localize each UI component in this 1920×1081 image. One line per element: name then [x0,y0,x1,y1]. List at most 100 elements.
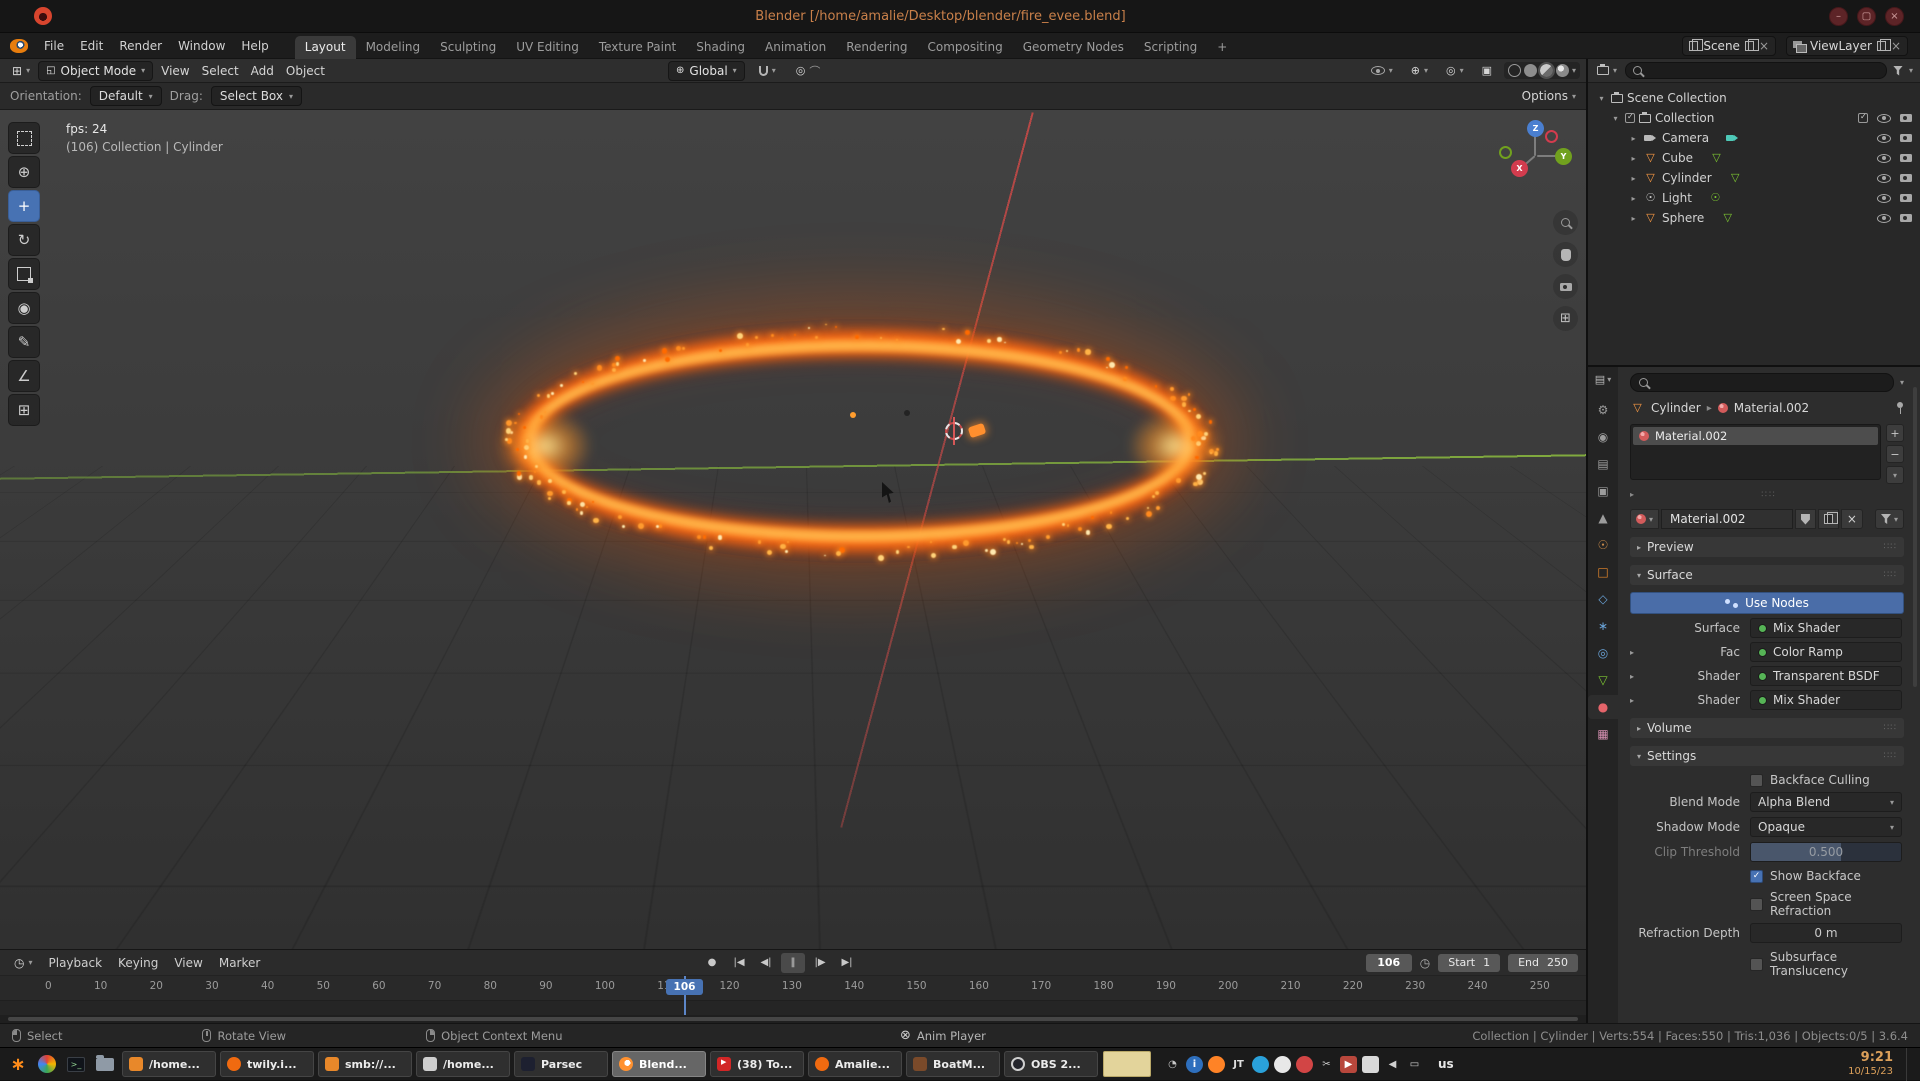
breadcrumb-object[interactable]: Cylinder [1651,401,1701,415]
expand-icon[interactable] [1628,134,1639,143]
disable-render-camera-icon[interactable] [1900,154,1912,162]
menubar-menu[interactable]: Help [233,33,276,59]
refraction-depth-field[interactable]: 0 m [1750,923,1902,943]
minimized-window-button[interactable] [1103,1051,1151,1077]
jump-to-end-button[interactable]: ▶| [835,953,859,973]
render-tab[interactable]: ◉ [1588,425,1618,449]
disable-render-camera-icon[interactable] [1900,194,1912,202]
outliner-search-input[interactable] [1625,62,1887,79]
volume-section-header[interactable]: Volume ∷∷ [1630,718,1904,738]
show-backface-checkbox[interactable] [1750,870,1763,883]
app-launcher-icon[interactable]: ∗ [6,1052,30,1076]
filter-icon[interactable] [1893,66,1903,76]
pause-button[interactable]: ‖ [781,953,805,973]
tray-display-icon[interactable]: ▭ [1406,1056,1423,1073]
settings-section-header[interactable]: Settings ∷∷ [1630,746,1904,766]
unlink-material-icon[interactable]: × [1841,509,1863,529]
hide-viewport-eye-icon[interactable] [1877,154,1891,163]
scale-tool[interactable] [8,258,40,290]
breadcrumb-material[interactable]: Material.002 [1734,401,1809,415]
menubar-menu[interactable]: Window [170,33,233,59]
tray-telegram-icon[interactable] [1252,1056,1269,1073]
socket-expand-icon[interactable] [1630,672,1644,681]
disable-render-camera-icon[interactable] [1900,134,1912,142]
material-slot-row[interactable]: Material.002 [1633,427,1878,445]
task-blender[interactable]: Blend... [612,1051,706,1077]
viewport-3d[interactable]: fps: 24 (106) Collection | Cylinder ⊕+↻◉… [0,110,1586,949]
close-button[interactable]: × [1885,7,1904,26]
task-boatm[interactable]: BoatM... [906,1051,1000,1077]
workspace-tab[interactable]: Rendering [836,36,917,59]
file-manager-icon[interactable] [93,1052,117,1076]
shader-socket-value[interactable]: Color Ramp [1750,642,1902,662]
show-object-types-dropdown[interactable] [1365,61,1399,81]
transform-orientation-dropdown[interactable]: ⊕ Global [668,61,745,81]
keyboard-layout-indicator[interactable]: us [1438,1057,1454,1071]
outliner-item-cylinder[interactable]: Cylinder [1588,168,1920,188]
view-layer-tab[interactable]: ▣ [1588,479,1618,503]
tray-jt-icon[interactable]: JT [1230,1056,1247,1073]
transform-tool[interactable]: ◉ [8,292,40,324]
start-frame-field[interactable]: Start 1 [1438,954,1500,972]
anim-player-status[interactable]: ⊗ Anim Player [900,1028,986,1043]
outliner-item-camera[interactable]: Camera [1588,128,1920,148]
backface-culling-checkbox[interactable] [1750,774,1763,787]
chevron-down-icon[interactable] [1900,378,1904,387]
timeline-editor-type-button[interactable]: ◷ [8,953,39,973]
hide-viewport-eye-icon[interactable] [1877,194,1891,203]
clock[interactable]: 9:21 10/15/23 [1848,1050,1897,1078]
show-gizmo-toggle[interactable]: ⊕ [1405,61,1434,81]
pin-icon[interactable] [1896,402,1904,414]
object-tab[interactable]: □ [1588,560,1618,584]
selectable-checkbox[interactable] [1858,113,1868,123]
viewport-menu[interactable]: View [155,61,195,81]
add-slot-button[interactable]: + [1886,424,1904,442]
orientation-dropdown[interactable]: Default [90,86,162,106]
material-name-field[interactable]: Material.002 [1661,509,1793,529]
gizmo-z-axis[interactable]: Z [1527,120,1544,137]
tweak-select-tool[interactable] [8,122,40,154]
current-frame-field[interactable]: 106 [1366,954,1412,972]
drag-dropdown[interactable]: Select Box [211,86,302,106]
properties-search-input[interactable] [1630,373,1894,392]
clip-threshold-slider[interactable]: 0.500 [1750,842,1902,862]
workspace-tab[interactable]: + [1207,36,1237,59]
workspace-tab[interactable]: Compositing [917,36,1012,59]
screen-space-refraction-checkbox[interactable] [1750,898,1763,911]
tray-info-icon[interactable]: i [1186,1056,1203,1073]
object-data-tab[interactable]: ▽ [1588,668,1618,692]
blender-logo-icon[interactable] [10,39,28,53]
disable-render-camera-icon[interactable] [1900,214,1912,222]
scene-browse-icon[interactable] [1689,41,1698,51]
workspace-tab[interactable]: UV Editing [506,36,589,59]
modifiers-tab[interactable]: ◇ [1588,587,1618,611]
playhead-frame-chip[interactable]: 106 [666,979,703,995]
tray-volume-icon[interactable]: ◀ [1384,1056,1401,1073]
task-home-1[interactable]: /home... [122,1051,216,1077]
tray-scissors-icon[interactable]: ✂ [1318,1056,1335,1073]
properties-scrollbar[interactable] [1913,387,1917,687]
list-resize-grip[interactable]: ∷∷ [1634,490,1904,500]
shader-socket-value[interactable]: Transparent BSDF [1750,666,1902,686]
tray-screenshot-icon[interactable]: ◔ [1164,1056,1181,1073]
viewport-menu[interactable]: Add [245,61,280,81]
mode-dropdown[interactable]: ◱ Object Mode [38,61,153,81]
pinwheel-app-icon[interactable] [35,1052,59,1076]
task-obs[interactable]: OBS 2... [1004,1051,1098,1077]
workspace-tab[interactable]: Animation [755,36,836,59]
use-nodes-button[interactable]: Use Nodes [1630,592,1904,614]
solid-shading-button[interactable] [1524,64,1537,77]
world-tab[interactable]: ☉ [1588,533,1618,557]
hide-viewport-eye-icon[interactable] [1877,174,1891,183]
jump-to-start-button[interactable]: |◀ [727,953,751,973]
gizmo-x-negative[interactable] [1545,130,1558,143]
gizmo-x-axis[interactable]: X [1511,160,1528,177]
material-slot-list[interactable]: Material.002 [1630,424,1881,480]
fire-ring[interactable] [515,331,1205,551]
timeline-menu[interactable]: View [166,956,210,970]
texture-tab[interactable]: ▦ [1588,722,1618,746]
end-frame-field[interactable]: End 250 [1508,954,1578,972]
disable-render-camera-icon[interactable] [1900,114,1912,122]
cursor-tool[interactable]: ⊕ [8,156,40,188]
zoom-icon[interactable] [1553,210,1578,235]
